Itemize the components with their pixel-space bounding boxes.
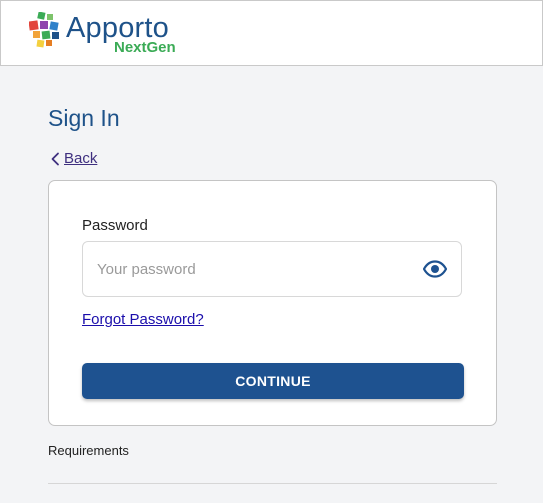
continue-button[interactable]: CONTINUE bbox=[82, 363, 464, 399]
app-header: Apporto NextGen bbox=[0, 0, 543, 66]
chevron-left-icon bbox=[51, 152, 59, 166]
password-input[interactable] bbox=[97, 242, 407, 296]
forgot-password-link[interactable]: Forgot Password? bbox=[82, 311, 204, 329]
password-label: Password bbox=[82, 217, 148, 234]
divider bbox=[48, 483, 497, 484]
back-link-label: Back bbox=[64, 150, 98, 167]
sign-in-card: Password Forgot Password? CONTINUE bbox=[48, 180, 497, 426]
page-title: Sign In bbox=[48, 105, 120, 131]
requirements-label: Requirements bbox=[48, 443, 129, 458]
eye-icon[interactable] bbox=[423, 260, 447, 278]
brand-subtitle: NextGen bbox=[114, 39, 176, 56]
back-link[interactable]: Back bbox=[50, 150, 97, 168]
apporto-logo-icon bbox=[29, 12, 59, 48]
password-field-container bbox=[82, 241, 462, 297]
